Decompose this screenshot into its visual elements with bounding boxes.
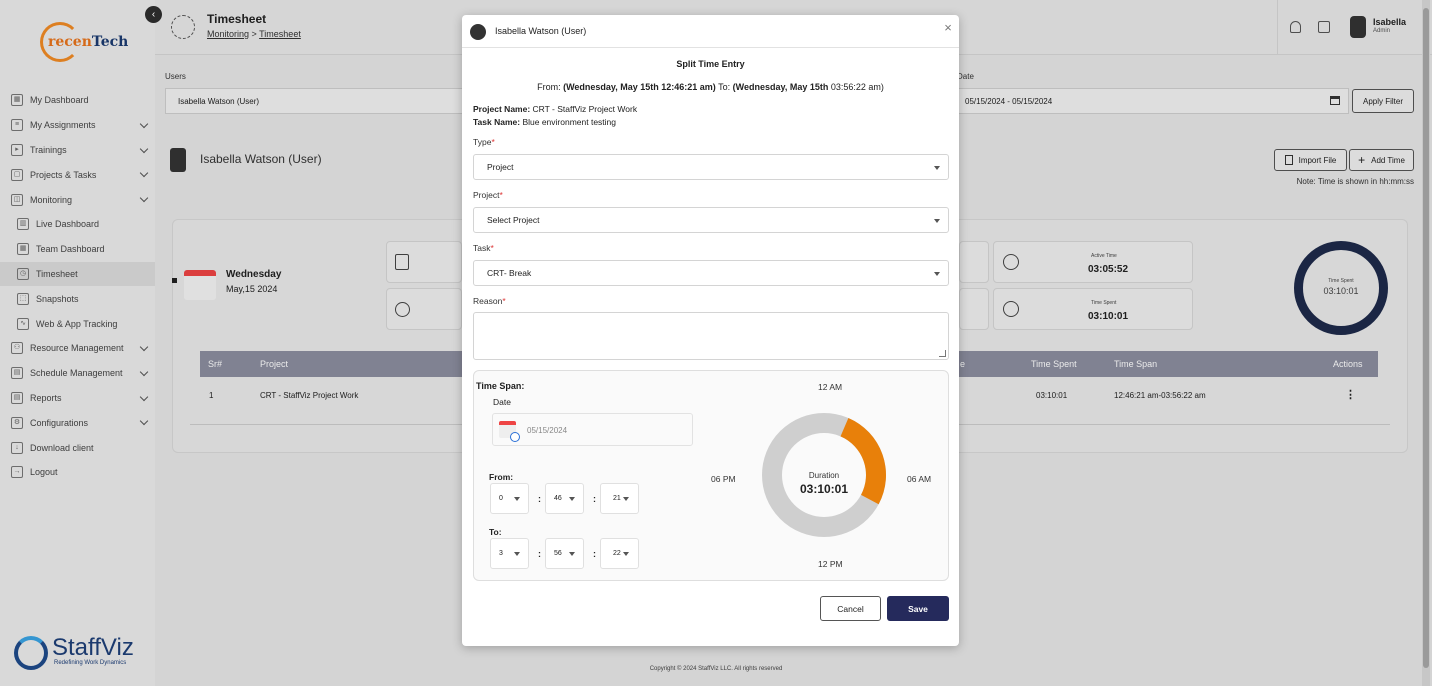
time-colon: : xyxy=(593,494,596,504)
from-hour-select[interactable]: 0 xyxy=(490,483,529,514)
project-name-value: CRT - StaffViz Project Work xyxy=(530,104,638,114)
type-label: Type* xyxy=(473,137,495,147)
time-span-title: Time Span: xyxy=(476,381,525,391)
from-label: From: xyxy=(489,472,514,482)
to-hour-value: 3 xyxy=(499,550,503,557)
time-span-panel: Time Span: Date 05/15/2024 From: 0 : 46 … xyxy=(473,370,949,581)
chevron-down-icon xyxy=(569,552,575,556)
modal-title: Split Time Entry xyxy=(676,59,745,69)
modal-time-range: From: (Wednesday, May 15th 12:46:21 am) … xyxy=(462,82,959,92)
duration-label: Duration xyxy=(808,471,840,480)
clock-label-06am: 06 AM xyxy=(907,474,932,484)
date-label: Date xyxy=(493,397,511,407)
range-to-prefix: To: xyxy=(715,82,733,92)
date-input[interactable]: 05/15/2024 xyxy=(492,413,693,446)
chevron-down-icon xyxy=(934,166,940,170)
type-select-value: Project xyxy=(487,162,514,172)
task-name-value: Blue environment testing xyxy=(520,117,617,127)
project-label: Project* xyxy=(473,190,503,200)
chevron-down-icon xyxy=(569,497,575,501)
clock-label-12am: 12 AM xyxy=(818,382,843,392)
time-colon: : xyxy=(538,494,541,504)
from-second-value: 21 xyxy=(613,495,621,502)
from-minute-value: 46 xyxy=(554,495,562,502)
required-mark: * xyxy=(499,190,503,200)
project-name-info: Project Name: CRT - StaffViz Project Wor… xyxy=(473,104,637,114)
to-second-value: 22 xyxy=(613,550,621,557)
range-from: (Wednesday, May 15th 12:46:21 am) xyxy=(563,82,716,92)
range-from-prefix: From: xyxy=(537,82,564,92)
save-button[interactable]: Save xyxy=(887,596,949,621)
chevron-down-icon xyxy=(934,219,940,223)
resize-handle[interactable] xyxy=(939,350,946,357)
reason-textarea[interactable] xyxy=(473,312,949,360)
modal-user-name: Isabella Watson (User) xyxy=(495,26,587,36)
task-name-info: Task Name: Blue environment testing xyxy=(473,117,616,127)
task-select[interactable]: CRT- Break xyxy=(473,260,949,286)
cancel-button[interactable]: Cancel xyxy=(820,596,881,621)
reason-label-text: Reason xyxy=(473,296,503,306)
task-select-value: CRT- Break xyxy=(487,268,532,278)
type-label-text: Type xyxy=(473,137,492,147)
to-minute-value: 56 xyxy=(554,550,562,557)
chevron-down-icon xyxy=(623,552,629,556)
calendar-icon xyxy=(499,421,520,442)
required-mark: * xyxy=(490,243,494,253)
close-icon[interactable]: × xyxy=(941,21,955,35)
from-minute-select[interactable]: 46 xyxy=(545,483,584,514)
type-select[interactable]: Project xyxy=(473,154,949,180)
to-second-select[interactable]: 22 xyxy=(600,538,639,569)
to-hour-select[interactable]: 3 xyxy=(490,538,529,569)
split-time-entry-modal: Isabella Watson (User) × Split Time Entr… xyxy=(462,15,959,646)
from-second-select[interactable]: 21 xyxy=(600,483,639,514)
project-label-text: Project xyxy=(473,190,500,200)
clock-badge-icon xyxy=(510,432,520,442)
clock-label-12pm: 12 PM xyxy=(818,559,843,569)
project-select-value: Select Project xyxy=(487,215,540,225)
chevron-down-icon xyxy=(934,272,940,276)
modal-user-avatar xyxy=(470,24,486,40)
required-mark: * xyxy=(502,296,506,306)
reason-label: Reason* xyxy=(473,296,506,306)
task-label-text: Task xyxy=(473,243,491,253)
modal-divider xyxy=(462,47,959,48)
sidebar-collapse-button[interactable]: ‹ xyxy=(145,6,162,23)
project-name-label: Project Name: xyxy=(473,104,531,114)
chevron-down-icon xyxy=(514,552,520,556)
range-to-date: (Wednesday, May 15th xyxy=(732,82,829,92)
task-name-label: Task Name: xyxy=(473,117,521,127)
date-input-value: 05/15/2024 xyxy=(527,426,568,435)
time-colon: : xyxy=(593,549,596,559)
clock-label-06pm: 06 PM xyxy=(711,474,736,484)
from-hour-value: 0 xyxy=(499,495,503,502)
duration-value: 03:10:01 xyxy=(799,482,849,496)
chevron-down-icon xyxy=(623,497,629,501)
chevron-down-icon xyxy=(514,497,520,501)
to-minute-select[interactable]: 56 xyxy=(545,538,584,569)
task-label: Task* xyxy=(473,243,494,253)
range-to-time: 03:56:22 am) xyxy=(828,82,884,92)
time-colon: : xyxy=(538,549,541,559)
project-select[interactable]: Select Project xyxy=(473,207,949,233)
to-label: To: xyxy=(489,527,502,537)
required-mark: * xyxy=(491,137,495,147)
